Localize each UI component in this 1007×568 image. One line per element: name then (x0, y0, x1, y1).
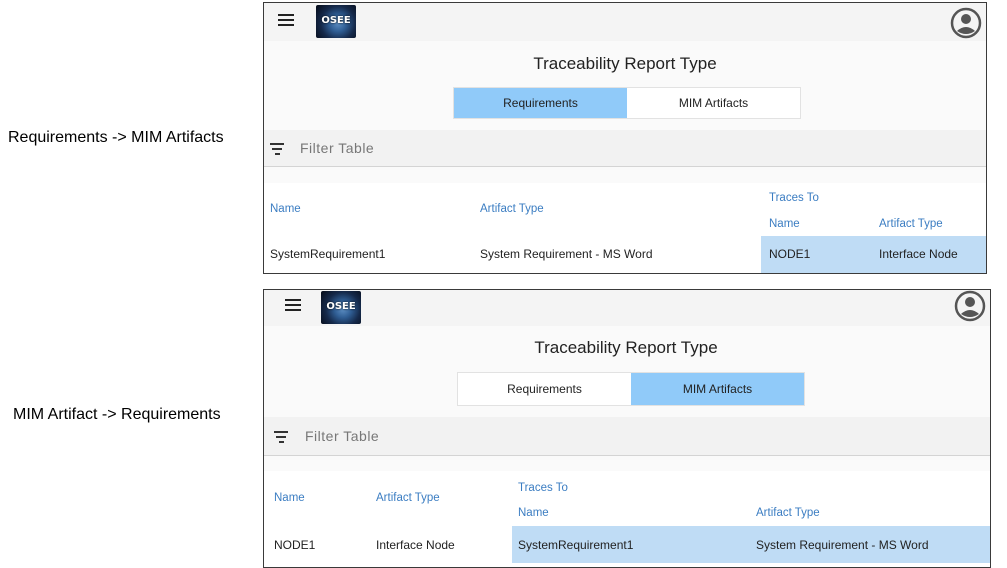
filter-icon[interactable] (274, 431, 288, 446)
column-header-artifact-type[interactable]: Artifact Type (480, 203, 544, 215)
tab-requirements[interactable]: Requirements (454, 88, 627, 118)
table-row-trace-name: SystemRequirement1 (518, 538, 634, 552)
tab-mim-artifacts[interactable]: MIM Artifacts (627, 88, 800, 118)
table-row-artifact-type: Interface Node (376, 538, 455, 552)
osee-logo[interactable]: OSEE (321, 291, 361, 324)
column-header-name[interactable]: Name (274, 492, 305, 504)
app-toolbar: OSEE (264, 3, 986, 41)
table-row-trace-name: NODE1 (769, 247, 811, 261)
table-row-artifact-type: System Requirement - MS Word (480, 247, 653, 261)
column-header-traces-to: Traces To (518, 482, 568, 494)
filter-input[interactable]: Filter Table (305, 428, 379, 444)
menu-icon[interactable] (278, 14, 294, 29)
table-row-trace-artifact-type: Interface Node (879, 247, 958, 261)
tab-mim-artifacts[interactable]: MIM Artifacts (631, 373, 804, 405)
menu-icon[interactable] (285, 299, 301, 314)
column-header-name[interactable]: Name (270, 203, 301, 215)
table-row-name: NODE1 (274, 538, 316, 552)
column-header-trace-name[interactable]: Name (769, 218, 800, 230)
traceability-panel-requirements: OSEE Traceability Report Type Requiremen… (263, 2, 987, 274)
traceability-panel-mim-artifacts: OSEE Traceability Report Type Requiremen… (263, 289, 991, 568)
filter-icon[interactable] (270, 143, 284, 158)
app-toolbar: OSEE (264, 290, 990, 326)
filter-input[interactable]: Filter Table (300, 140, 374, 156)
account-icon[interactable] (950, 7, 982, 39)
bottom-panel-caption: MIM Artifact -> Requirements (13, 406, 221, 423)
page-title: Traceability Report Type (534, 338, 718, 357)
page-title: Traceability Report Type (533, 54, 717, 73)
table-row-name: SystemRequirement1 (270, 247, 386, 261)
osee-logo[interactable]: OSEE (316, 5, 356, 38)
report-type-toggle: Requirements MIM Artifacts (453, 87, 801, 119)
filter-bar[interactable]: Filter Table (264, 130, 986, 167)
column-header-trace-name[interactable]: Name (518, 507, 549, 519)
tab-requirements[interactable]: Requirements (458, 373, 631, 405)
filter-bar[interactable]: Filter Table (264, 417, 990, 456)
top-panel-caption: Requirements -> MIM Artifacts (8, 129, 224, 146)
column-header-trace-artifact-type[interactable]: Artifact Type (756, 507, 820, 519)
column-header-trace-artifact-type[interactable]: Artifact Type (879, 218, 943, 230)
column-header-artifact-type[interactable]: Artifact Type (376, 492, 440, 504)
account-icon[interactable] (954, 290, 986, 322)
table-row-trace-artifact-type: System Requirement - MS Word (756, 538, 929, 552)
column-header-traces-to: Traces To (769, 192, 819, 204)
report-type-toggle: Requirements MIM Artifacts (457, 372, 805, 406)
